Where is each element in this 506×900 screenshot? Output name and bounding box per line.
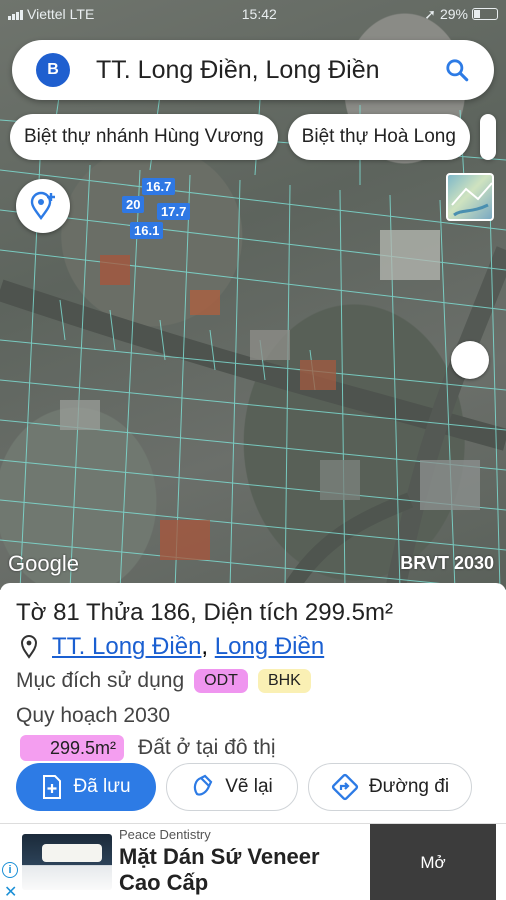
plan-label: Quy hoạch 2030	[16, 704, 171, 727]
carrier-name: Viettel	[27, 6, 66, 22]
saved-button[interactable]: Đã lưu	[16, 763, 156, 811]
plot-number: 186	[150, 599, 191, 626]
map-control-dot[interactable]	[451, 341, 489, 379]
map-watermark: BRVT 2030	[400, 553, 494, 573]
directions-label: Đường đi	[368, 776, 450, 797]
pin-plus-icon	[30, 191, 55, 221]
map-layer-icon	[451, 182, 492, 217]
ward-link[interactable]: TT. Long Điền	[52, 631, 201, 663]
ad-close-icon[interactable]: ✕	[4, 882, 17, 900]
purpose-tag-bhk[interactable]: BHK	[257, 669, 311, 693]
dimension-label: 17.7	[157, 203, 191, 220]
plan-description: Đất ở tại đô thị	[138, 736, 276, 759]
dimension-label: 20	[122, 196, 145, 213]
district-link[interactable]: Long Điền	[215, 631, 324, 663]
search-bar[interactable]: B TT. Long Điền, Long Điền	[12, 40, 494, 100]
ad-headline: Mặt Dán Sứ Veneer Cao Cấp	[119, 844, 320, 895]
map-layer-toggle[interactable]	[446, 173, 494, 221]
satellite-map[interactable]: Viettel LTE 15:42 ➚ 29% B TT. Long Điền,…	[0, 0, 506, 590]
sheet-number: 81	[53, 599, 80, 626]
dimension-label: 16.1	[130, 222, 164, 239]
ad-banner[interactable]: i ✕ Peace Dentistry Mặt Dán Sứ Veneer Ca…	[0, 823, 506, 900]
clock: 15:42	[241, 6, 277, 22]
search-icon[interactable]	[440, 53, 474, 87]
parcel-info-panel: Tờ 81 Thửa 186, Diện tích 299.5m² TT. Lo…	[0, 583, 506, 823]
status-bar: Viettel LTE 15:42 ➚ 29%	[0, 0, 506, 28]
directions-icon	[331, 773, 359, 801]
battery-icon	[472, 8, 498, 20]
plan-area-row: 299.5m² Đất ở tại đô thị	[16, 735, 490, 761]
land-purpose-row: Mục đích sử dụng ODT BHK	[16, 667, 490, 695]
battery-percent: 29%	[439, 6, 468, 22]
avatar[interactable]: B	[36, 53, 70, 87]
redraw-label: Vẽ lại	[225, 776, 273, 797]
suggestion-chips: Biệt thự nhánh Hùng Vương Biệt thự Hoà L…	[10, 114, 496, 160]
area-label: Diện tích	[203, 599, 299, 626]
search-input[interactable]: TT. Long Điền, Long Điền	[96, 56, 440, 85]
saved-label: Đã lưu	[73, 776, 131, 797]
chip-suggestion[interactable]	[479, 114, 496, 160]
ad-open-button[interactable]: Mở	[370, 824, 496, 900]
google-logo: Google	[8, 551, 79, 576]
chip-suggestion[interactable]: Biệt thự nhánh Hùng Vương	[10, 114, 278, 160]
location-row: TT. Long Điền, Long Điền	[16, 631, 490, 663]
dimension-label: 16.7	[142, 178, 176, 195]
chip-suggestion[interactable]: Biệt thự Hoà Long	[287, 114, 470, 160]
area-unit: m²	[364, 599, 393, 626]
redraw-button[interactable]: Vẽ lại	[166, 763, 298, 811]
location-arrow-icon: ➚	[424, 5, 436, 22]
ad-info-icon[interactable]: i	[2, 862, 18, 878]
action-buttons: Đã lưu Vẽ lại Đường đi	[16, 763, 472, 811]
pen-draw-icon	[194, 774, 213, 796]
purpose-label: Mục đích sử dụng	[16, 669, 185, 692]
parcel-title: Tờ 81 Thửa 186, Diện tích 299.5m²	[16, 599, 393, 626]
plot-label: Thửa	[86, 599, 144, 626]
location-pin-icon	[20, 634, 42, 660]
purpose-tag-odt[interactable]: ODT	[194, 669, 248, 693]
ad-thumbnail	[22, 834, 112, 890]
plan-area-badge: 299.5m²	[20, 735, 125, 761]
area-value: 299.5	[304, 599, 365, 626]
ad-brand: Peace Dentistry	[119, 827, 211, 842]
directions-button[interactable]: Đường đi	[308, 763, 472, 811]
document-add-icon	[43, 775, 62, 799]
sheet-label: Tờ	[16, 599, 47, 626]
signal-icon	[8, 8, 23, 20]
add-location-button[interactable]	[16, 179, 70, 233]
network-type: LTE	[69, 6, 95, 22]
